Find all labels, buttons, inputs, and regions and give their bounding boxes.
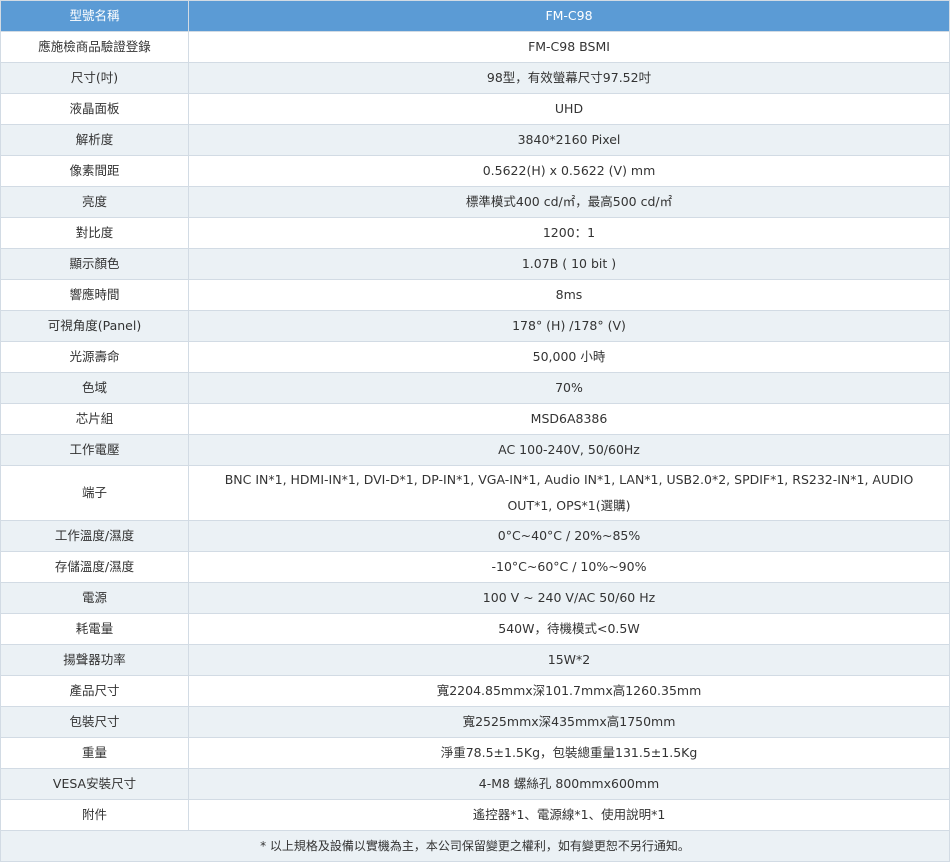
- spec-row-response-time: 響應時間 8ms: [0, 279, 950, 311]
- spec-label: 應施檢商品驗證登錄: [0, 31, 189, 63]
- spec-row-ports: 端子 BNC IN*1, HDMI-IN*1, DVI-D*1, DP-IN*1…: [0, 465, 950, 521]
- spec-value: AC 100-240V, 50/60Hz: [188, 434, 950, 466]
- footer-note: * 以上規格及設備以實機為主，本公司保留變更之權利，如有變更恕不另行通知。: [0, 830, 950, 862]
- header-value: FM-C98: [188, 0, 950, 32]
- spec-row-operating-env: 工作溫度/濕度 0°C~40°C / 20%~85%: [0, 520, 950, 552]
- spec-label: 包裝尺寸: [0, 706, 189, 738]
- spec-label: 耗電量: [0, 613, 189, 645]
- spec-row-chipset: 芯片組 MSD6A8386: [0, 403, 950, 435]
- spec-label: 解析度: [0, 124, 189, 156]
- spec-label: 產品尺寸: [0, 675, 189, 707]
- spec-row-pixel-pitch: 像素間距 0.5622(H) x 0.5622 (V) mm: [0, 155, 950, 187]
- spec-row-viewing-angle: 可視角度(Panel) 178° (H) /178° (V): [0, 310, 950, 342]
- spec-value: 50,000 小時: [188, 341, 950, 373]
- spec-value: 4-M8 螺絲孔 800mmx600mm: [188, 768, 950, 800]
- spec-value: 98型，有效螢幕尺寸97.52吋: [188, 62, 950, 94]
- spec-label: 電源: [0, 582, 189, 614]
- spec-label: 工作電壓: [0, 434, 189, 466]
- spec-row-brightness: 亮度 標準模式400 cd/㎡，最高500 cd/㎡: [0, 186, 950, 218]
- footer-row: * 以上規格及設備以實機為主，本公司保留變更之權利，如有變更恕不另行通知。: [0, 830, 950, 862]
- spec-row-package-dimensions: 包裝尺寸 寬2525mmx深435mmx高1750mm: [0, 706, 950, 738]
- spec-label: 存儲溫度/濕度: [0, 551, 189, 583]
- spec-label: 尺寸(吋): [0, 62, 189, 94]
- spec-value: BNC IN*1, HDMI-IN*1, DVI-D*1, DP-IN*1, V…: [188, 465, 950, 521]
- spec-label: 顯示顏色: [0, 248, 189, 280]
- spec-value: 15W*2: [188, 644, 950, 676]
- spec-value: 0.5622(H) x 0.5622 (V) mm: [188, 155, 950, 187]
- spec-value: 540W，待機模式<0.5W: [188, 613, 950, 645]
- spec-row-consumption: 耗電量 540W，待機模式<0.5W: [0, 613, 950, 645]
- spec-row-product-dimensions: 產品尺寸 寬2204.85mmx深101.7mmx高1260.35mm: [0, 675, 950, 707]
- spec-label: VESA安裝尺寸: [0, 768, 189, 800]
- spec-value: 寬2525mmx深435mmx高1750mm: [188, 706, 950, 738]
- spec-row-vesa: VESA安裝尺寸 4-M8 螺絲孔 800mmx600mm: [0, 768, 950, 800]
- spec-value: 70%: [188, 372, 950, 404]
- spec-label: 芯片組: [0, 403, 189, 435]
- header-label: 型號名稱: [0, 0, 189, 32]
- spec-label: 揚聲器功率: [0, 644, 189, 676]
- spec-row-colors: 顯示顏色 1.07B ( 10 bit ): [0, 248, 950, 280]
- spec-row-storage-env: 存儲溫度/濕度 -10°C~60°C / 10%~90%: [0, 551, 950, 583]
- spec-value: 3840*2160 Pixel: [188, 124, 950, 156]
- spec-row-weight: 重量 淨重78.5±1.5Kg，包裝總重量131.5±1.5Kg: [0, 737, 950, 769]
- spec-label: 重量: [0, 737, 189, 769]
- spec-label: 響應時間: [0, 279, 189, 311]
- spec-label: 對比度: [0, 217, 189, 249]
- header-row: 型號名稱 FM-C98: [0, 0, 950, 32]
- spec-value: 0°C~40°C / 20%~85%: [188, 520, 950, 552]
- spec-value: 遙控器*1、電源線*1、使用說明*1: [188, 799, 950, 831]
- spec-label: 光源壽命: [0, 341, 189, 373]
- spec-value: UHD: [188, 93, 950, 125]
- spec-label: 端子: [0, 465, 189, 521]
- spec-table: 型號名稱 FM-C98 應施檢商品驗證登錄 FM-C98 BSMI 尺寸(吋) …: [0, 0, 950, 862]
- spec-row-power: 電源 100 V ~ 240 V/AC 50/60 Hz: [0, 582, 950, 614]
- spec-row-panel: 液晶面板 UHD: [0, 93, 950, 125]
- spec-row-gamut: 色域 70%: [0, 372, 950, 404]
- spec-row-bsmi: 應施檢商品驗證登錄 FM-C98 BSMI: [0, 31, 950, 63]
- spec-label: 色域: [0, 372, 189, 404]
- spec-label: 可視角度(Panel): [0, 310, 189, 342]
- spec-label: 像素間距: [0, 155, 189, 187]
- spec-value: 8ms: [188, 279, 950, 311]
- spec-value: 1200：1: [188, 217, 950, 249]
- spec-value: 178° (H) /178° (V): [188, 310, 950, 342]
- spec-row-resolution: 解析度 3840*2160 Pixel: [0, 124, 950, 156]
- spec-value: 100 V ~ 240 V/AC 50/60 Hz: [188, 582, 950, 614]
- spec-value: -10°C~60°C / 10%~90%: [188, 551, 950, 583]
- spec-row-speaker: 揚聲器功率 15W*2: [0, 644, 950, 676]
- spec-value: FM-C98 BSMI: [188, 31, 950, 63]
- spec-label: 液晶面板: [0, 93, 189, 125]
- spec-value: 標準模式400 cd/㎡，最高500 cd/㎡: [188, 186, 950, 218]
- spec-row-size: 尺寸(吋) 98型，有效螢幕尺寸97.52吋: [0, 62, 950, 94]
- spec-label: 附件: [0, 799, 189, 831]
- spec-row-contrast: 對比度 1200：1: [0, 217, 950, 249]
- spec-row-lifetime: 光源壽命 50,000 小時: [0, 341, 950, 373]
- spec-row-accessories: 附件 遙控器*1、電源線*1、使用說明*1: [0, 799, 950, 831]
- spec-value: 1.07B ( 10 bit ): [188, 248, 950, 280]
- spec-label: 工作溫度/濕度: [0, 520, 189, 552]
- spec-row-voltage: 工作電壓 AC 100-240V, 50/60Hz: [0, 434, 950, 466]
- spec-value: MSD6A8386: [188, 403, 950, 435]
- spec-value: 寬2204.85mmx深101.7mmx高1260.35mm: [188, 675, 950, 707]
- spec-value: 淨重78.5±1.5Kg，包裝總重量131.5±1.5Kg: [188, 737, 950, 769]
- spec-label: 亮度: [0, 186, 189, 218]
